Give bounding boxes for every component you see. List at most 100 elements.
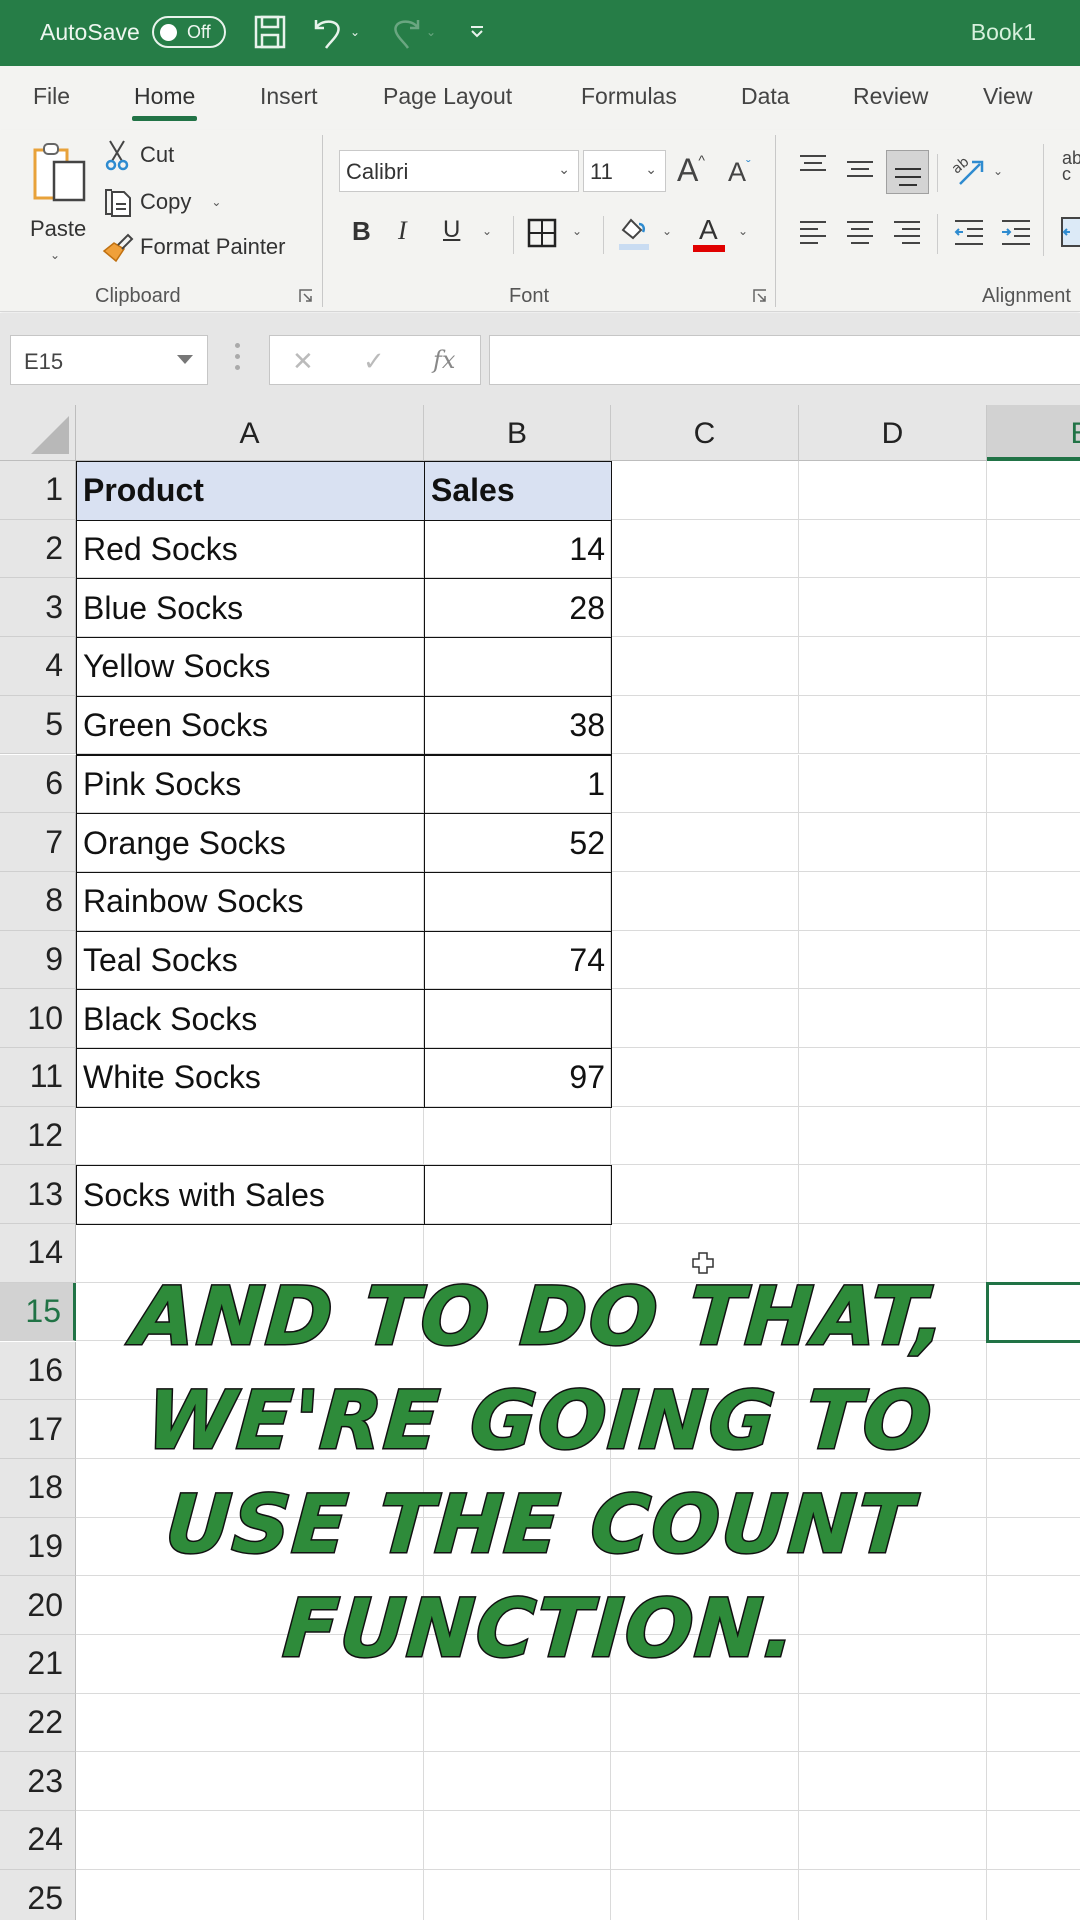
- tab-review[interactable]: Review: [853, 83, 928, 110]
- increase-indent-icon[interactable]: [1000, 218, 1032, 246]
- formula-input[interactable]: [489, 335, 1080, 385]
- orientation-dropdown-icon[interactable]: ⌄: [993, 164, 1003, 178]
- cell-a22[interactable]: [76, 1693, 424, 1753]
- row-header-25[interactable]: 25: [0, 1869, 76, 1920]
- name-box[interactable]: E15: [10, 335, 208, 385]
- row-header-14[interactable]: 14: [0, 1224, 76, 1283]
- borders-icon[interactable]: [527, 218, 557, 248]
- product-cell[interactable]: Black Socks: [76, 989, 425, 1049]
- cell-d3[interactable]: [799, 578, 987, 638]
- cell-d4[interactable]: [799, 637, 987, 696]
- cell-e4[interactable]: [987, 637, 1080, 696]
- bold-button[interactable]: B: [352, 216, 371, 247]
- cell-c10[interactable]: [611, 989, 799, 1048]
- italic-button[interactable]: I: [398, 216, 407, 246]
- cell-e6[interactable]: [987, 755, 1080, 814]
- cell-c6[interactable]: [611, 754, 799, 814]
- cell-b18[interactable]: [424, 1458, 611, 1518]
- font-size-combo[interactable]: 11 ⌄: [583, 150, 666, 192]
- cell-c24[interactable]: [611, 1811, 799, 1870]
- tab-formulas[interactable]: Formulas: [581, 83, 677, 110]
- cell-d15[interactable]: [799, 1282, 987, 1342]
- product-cell[interactable]: Pink Socks: [76, 754, 425, 815]
- fill-color-dropdown-icon[interactable]: ⌄: [662, 224, 672, 238]
- tab-page-layout[interactable]: Page Layout: [383, 83, 512, 110]
- cell-e17[interactable]: [987, 1400, 1080, 1459]
- row-header-2[interactable]: 2: [0, 519, 76, 579]
- cell-b19[interactable]: [424, 1517, 611, 1577]
- sales-cell[interactable]: 28: [424, 578, 612, 639]
- tab-file[interactable]: File: [33, 83, 70, 110]
- cell-d16[interactable]: [799, 1341, 987, 1401]
- product-cell[interactable]: Blue Socks: [76, 578, 425, 639]
- column-header-e[interactable]: E: [987, 405, 1080, 461]
- customize-qat-button[interactable]: [466, 14, 488, 50]
- cell-c5[interactable]: [611, 695, 799, 755]
- row-header-18[interactable]: 18: [0, 1458, 76, 1518]
- redo-button[interactable]: ⌄: [384, 14, 440, 50]
- enter-icon[interactable]: ✓: [363, 346, 385, 377]
- product-cell[interactable]: Green Socks: [76, 695, 425, 756]
- row-header-22[interactable]: 22: [0, 1693, 76, 1753]
- sales-cell[interactable]: 14: [424, 519, 612, 580]
- cell-c7[interactable]: [611, 813, 799, 872]
- cell-c18[interactable]: [611, 1458, 799, 1518]
- cell-d8[interactable]: [799, 871, 987, 931]
- sales-cell[interactable]: 1: [424, 754, 612, 815]
- paste-button[interactable]: Paste ⌄: [20, 136, 92, 276]
- cell-d18[interactable]: [799, 1458, 987, 1518]
- cell-b14[interactable]: [424, 1224, 611, 1283]
- cell-e14[interactable]: [987, 1224, 1080, 1283]
- column-header-c[interactable]: C: [611, 405, 799, 461]
- align-right-icon[interactable]: [892, 218, 922, 246]
- row-header-21[interactable]: 21: [0, 1635, 76, 1694]
- summary-label-cell[interactable]: Socks with Sales: [76, 1165, 425, 1226]
- cell-d23[interactable]: [799, 1752, 987, 1812]
- sales-cell[interactable]: 97: [424, 1048, 612, 1108]
- align-top-icon[interactable]: [798, 154, 828, 176]
- cell-a25[interactable]: [76, 1869, 424, 1920]
- row-header-17[interactable]: 17: [0, 1400, 76, 1459]
- increase-font-button[interactable]: A^: [677, 152, 705, 189]
- cell-e5[interactable]: [987, 696, 1080, 755]
- clipboard-launcher-icon[interactable]: [298, 288, 314, 304]
- cell-a15[interactable]: [76, 1282, 424, 1342]
- cell-e7[interactable]: [987, 813, 1080, 872]
- row-header-4[interactable]: 4: [0, 637, 76, 696]
- product-cell[interactable]: Yellow Socks: [76, 637, 425, 697]
- row-header-16[interactable]: 16: [0, 1341, 76, 1401]
- row-header-9[interactable]: 9: [0, 930, 76, 990]
- tab-insert[interactable]: Insert: [260, 83, 318, 110]
- font-color-dropdown-icon[interactable]: ⌄: [738, 224, 748, 238]
- cell-d17[interactable]: [799, 1400, 987, 1459]
- cell-a21[interactable]: [76, 1635, 424, 1694]
- cell-a17[interactable]: [76, 1400, 424, 1459]
- row-header-1[interactable]: 1: [0, 461, 76, 520]
- cell-c20[interactable]: [611, 1576, 799, 1635]
- cell-d20[interactable]: [799, 1576, 987, 1635]
- undo-dropdown-icon[interactable]: ⌄: [350, 25, 360, 39]
- row-header-10[interactable]: 10: [0, 989, 76, 1048]
- cell-b17[interactable]: [424, 1400, 611, 1459]
- cell-e11[interactable]: [987, 1048, 1080, 1107]
- paste-dropdown-icon[interactable]: ⌄: [50, 248, 60, 262]
- cell-e13[interactable]: [987, 1165, 1080, 1225]
- cell-c1[interactable]: [611, 461, 799, 520]
- cell-c9[interactable]: [611, 930, 799, 990]
- row-header-8[interactable]: 8: [0, 871, 76, 931]
- cell-d13[interactable]: [799, 1165, 987, 1225]
- copy-dropdown-icon[interactable]: ⌄: [211, 195, 221, 209]
- borders-dropdown-icon[interactable]: ⌄: [572, 224, 582, 238]
- orientation-icon[interactable]: ab: [950, 152, 986, 186]
- cell-a20[interactable]: [76, 1576, 424, 1635]
- row-header-19[interactable]: 19: [0, 1517, 76, 1577]
- sales-cell[interactable]: 74: [424, 930, 612, 991]
- cell-e21[interactable]: [987, 1635, 1080, 1694]
- cell-d12[interactable]: [799, 1106, 987, 1166]
- cell-e8[interactable]: [987, 872, 1080, 931]
- row-header-5[interactable]: 5: [0, 695, 76, 755]
- cell-d1[interactable]: [799, 461, 987, 520]
- font-launcher-icon[interactable]: [752, 288, 768, 304]
- cell-a23[interactable]: [76, 1752, 424, 1812]
- sales-cell[interactable]: [424, 871, 612, 932]
